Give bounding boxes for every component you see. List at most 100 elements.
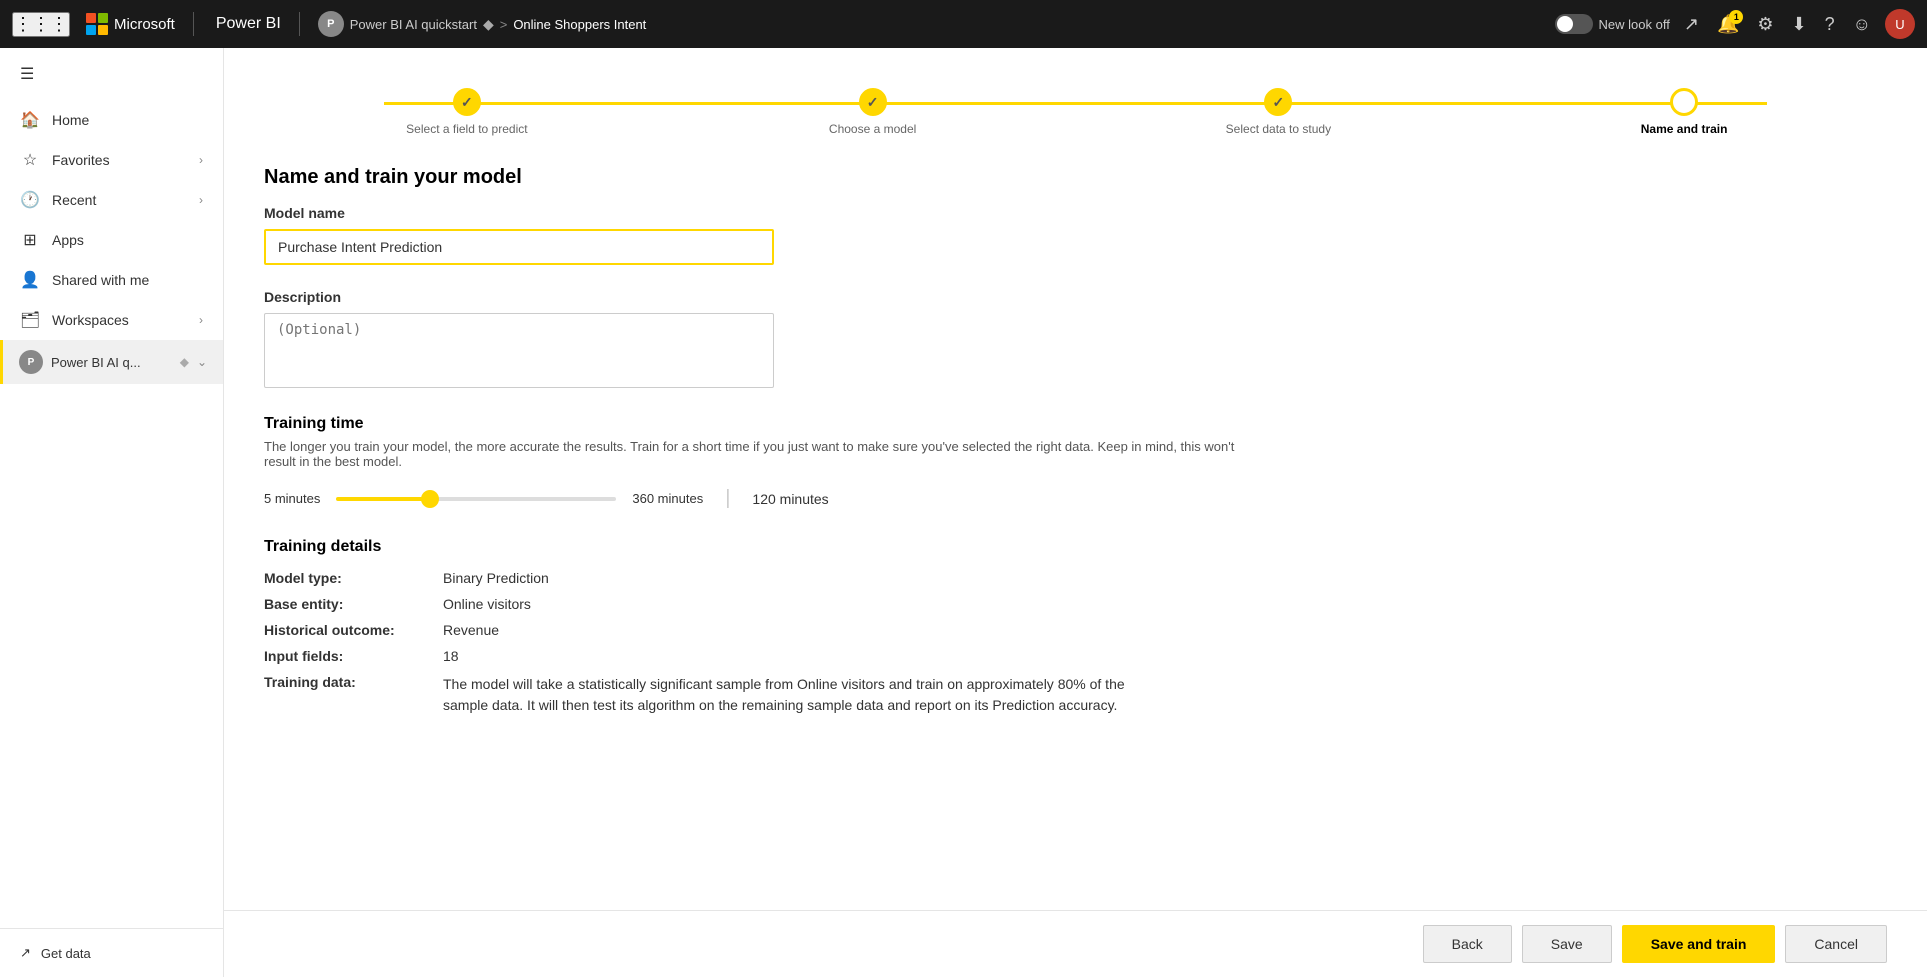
- description-label: Description: [264, 289, 1887, 305]
- breadcrumb: P Power BI AI quickstart ◆ > Online Shop…: [318, 11, 647, 37]
- training-details-section: Training details Model type: Binary Pred…: [264, 538, 1887, 716]
- content-inner: Select a field to predict Choose a model…: [224, 48, 1927, 977]
- step-label-4: Name and train: [1641, 122, 1728, 136]
- nav-divider: [193, 12, 194, 36]
- chevron-down-icon: ⌄: [197, 355, 207, 369]
- step-name-train: Name and train: [1481, 88, 1887, 136]
- topnav-right: New look off ↗ 🔔 1 ⚙ ⬇ ? ☺ U: [1555, 9, 1915, 39]
- step-select-field: Select a field to predict: [264, 88, 670, 136]
- sidebar-item-recent[interactable]: 🕐 Recent ›: [0, 180, 223, 220]
- detail-row-base-entity: Base entity: Online visitors: [264, 596, 1887, 612]
- sidebar-nav: 🏠 Home ☆ Favorites › 🕐 Recent › ⊞ Apps 👤…: [0, 100, 223, 928]
- detail-row-historical-outcome: Historical outcome: Revenue: [264, 622, 1887, 638]
- step-choose-model: Choose a model: [670, 88, 1076, 136]
- detail-key-historical-outcome: Historical outcome:: [264, 622, 439, 638]
- sidebar-item-workspace-powerbi[interactable]: P Power BI AI q... ◆ ⌄: [0, 340, 223, 384]
- sidebar: ☰ 🏠 Home ☆ Favorites › 🕐 Recent › ⊞ Apps…: [0, 48, 224, 977]
- new-look-toggle[interactable]: [1555, 14, 1593, 34]
- step-label-1: Select a field to predict: [406, 122, 527, 136]
- toggle-knob: [1557, 16, 1573, 32]
- training-time-desc: The longer you train your model, the mor…: [264, 439, 1264, 469]
- sidebar-item-label: Recent: [52, 192, 187, 208]
- workspaces-icon: 🗂: [20, 310, 40, 330]
- notifications-button[interactable]: 🔔 1: [1713, 10, 1743, 39]
- stepper-steps: Select a field to predict Choose a model…: [264, 88, 1887, 136]
- notification-badge: 1: [1729, 10, 1743, 24]
- training-time-slider[interactable]: [336, 497, 616, 501]
- breadcrumb-diamond-icon: ◆: [483, 16, 494, 33]
- workspace-icon: P: [318, 11, 344, 37]
- sidebar-item-label: Workspaces: [52, 312, 187, 328]
- workspace-label: Power BI AI q...: [51, 355, 172, 370]
- main-layout: ☰ 🏠 Home ☆ Favorites › 🕐 Recent › ⊞ Apps…: [0, 48, 1927, 977]
- company-name: Microsoft: [114, 16, 175, 33]
- expand-icon-button[interactable]: ↗: [1680, 10, 1703, 39]
- sidebar-item-home[interactable]: 🏠 Home: [0, 100, 223, 140]
- detail-key-model-type: Model type:: [264, 570, 439, 586]
- detail-value-input-fields: 18: [443, 648, 459, 664]
- breadcrumb-separator: >: [500, 17, 508, 32]
- detail-row-training-data: Training data: The model will take a sta…: [264, 674, 1887, 716]
- detail-row-model-type: Model type: Binary Prediction: [264, 570, 1887, 586]
- detail-row-input-fields: Input fields: 18: [264, 648, 1887, 664]
- get-data-button[interactable]: ↗ Get data: [20, 945, 203, 961]
- model-name-label: Model name: [264, 205, 1887, 221]
- description-field-group: Description: [264, 289, 1887, 391]
- get-data-icon: ↗: [20, 945, 31, 961]
- help-button[interactable]: ?: [1821, 10, 1839, 39]
- sidebar-item-favorites[interactable]: ☆ Favorites ›: [0, 140, 223, 180]
- detail-key-training-data: Training data:: [264, 674, 439, 716]
- sidebar-item-label: Favorites: [52, 152, 187, 168]
- new-look-label: New look off: [1599, 17, 1670, 32]
- breadcrumb-current: Online Shoppers Intent: [513, 17, 646, 32]
- slider-current-value: 120 minutes: [752, 491, 828, 507]
- settings-button[interactable]: ⚙: [1753, 10, 1777, 39]
- cancel-button[interactable]: Cancel: [1785, 925, 1887, 963]
- step-circle-1: [453, 88, 481, 116]
- feedback-button[interactable]: ☺: [1849, 10, 1875, 39]
- slider-row: 5 minutes 360 minutes | 120 minutes: [264, 487, 1887, 510]
- back-button[interactable]: Back: [1423, 925, 1512, 963]
- chevron-right-icon: ›: [199, 193, 203, 207]
- shared-icon: 👤: [20, 270, 40, 290]
- get-data-label: Get data: [41, 946, 91, 961]
- topnav: ⋮⋮⋮ Microsoft Power BI P Power BI AI qui…: [0, 0, 1927, 48]
- workspace-avatar: P: [19, 350, 43, 374]
- sidebar-item-label: Apps: [52, 232, 203, 248]
- save-and-train-button[interactable]: Save and train: [1622, 925, 1776, 963]
- clock-icon: 🕐: [20, 190, 40, 210]
- sidebar-toggle-button[interactable]: ☰: [0, 48, 223, 100]
- chevron-right-icon: ›: [199, 153, 203, 167]
- step-select-data: Select data to study: [1076, 88, 1482, 136]
- detail-value-training-data: The model will take a statistically sign…: [443, 674, 1143, 716]
- bottom-action-bar: Back Save Save and train Cancel: [224, 910, 1927, 977]
- avatar[interactable]: U: [1885, 9, 1915, 39]
- download-button[interactable]: ⬇: [1788, 10, 1811, 39]
- workspace-diamond-icon: ◆: [180, 355, 189, 369]
- home-icon: 🏠: [20, 110, 40, 130]
- app-name: Power BI: [216, 15, 281, 33]
- avatar-initials: U: [1895, 17, 1904, 32]
- sidebar-item-shared[interactable]: 👤 Shared with me: [0, 260, 223, 300]
- model-name-input[interactable]: [264, 229, 774, 265]
- step-label-3: Select data to study: [1226, 122, 1331, 136]
- step-circle-3: [1264, 88, 1292, 116]
- wizard-stepper: Select a field to predict Choose a model…: [264, 72, 1887, 136]
- sidebar-item-apps[interactable]: ⊞ Apps: [0, 220, 223, 260]
- detail-value-base-entity: Online visitors: [443, 596, 531, 612]
- slider-separator: |: [725, 487, 730, 510]
- training-details-title: Training details: [264, 538, 1887, 556]
- sidebar-item-label: Home: [52, 112, 203, 128]
- description-input[interactable]: [264, 313, 774, 388]
- detail-value-model-type: Binary Prediction: [443, 570, 549, 586]
- training-time-section: Training time The longer you train your …: [264, 415, 1887, 510]
- detail-value-historical-outcome: Revenue: [443, 622, 499, 638]
- step-label-2: Choose a model: [829, 122, 916, 136]
- training-time-title: Training time: [264, 415, 1887, 433]
- sidebar-item-workspaces[interactable]: 🗂 Workspaces ›: [0, 300, 223, 340]
- sidebar-footer: ↗ Get data: [0, 928, 223, 977]
- chevron-right-icon: ›: [199, 313, 203, 327]
- microsoft-logo: Microsoft: [86, 13, 175, 35]
- save-button[interactable]: Save: [1522, 925, 1612, 963]
- waffle-menu-button[interactable]: ⋮⋮⋮: [12, 12, 70, 37]
